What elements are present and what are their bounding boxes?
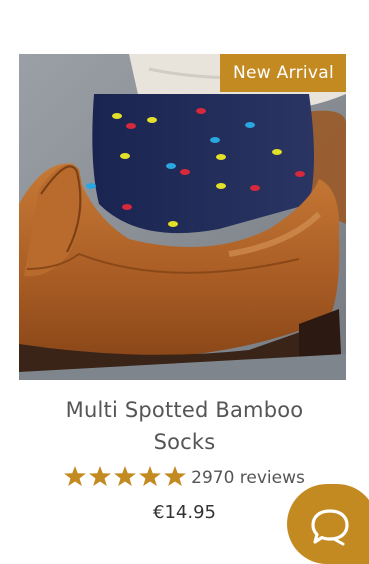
chat-bubble-icon <box>310 508 350 550</box>
new-arrival-badge: New Arrival <box>219 54 346 92</box>
star-icon <box>64 466 87 486</box>
star-icon <box>139 466 162 486</box>
product-image[interactable]: New Arrival <box>19 54 346 380</box>
product-title-line1[interactable]: Multi Spotted Bamboo <box>0 394 369 426</box>
chat-button[interactable] <box>287 484 369 564</box>
star-rating <box>64 466 189 494</box>
star-icon <box>164 466 187 486</box>
product-title-line2[interactable]: Socks <box>0 426 369 458</box>
sock-on-loafer-photo <box>19 54 346 380</box>
star-icon <box>114 466 137 486</box>
reviews-count[interactable]: 2970 reviews <box>191 468 305 488</box>
product-title[interactable]: Multi Spotted Bamboo Socks <box>0 394 369 458</box>
star-icon <box>89 466 112 486</box>
product-card[interactable]: New Arrival Multi Spotted Bamboo Socks 2… <box>0 0 369 543</box>
